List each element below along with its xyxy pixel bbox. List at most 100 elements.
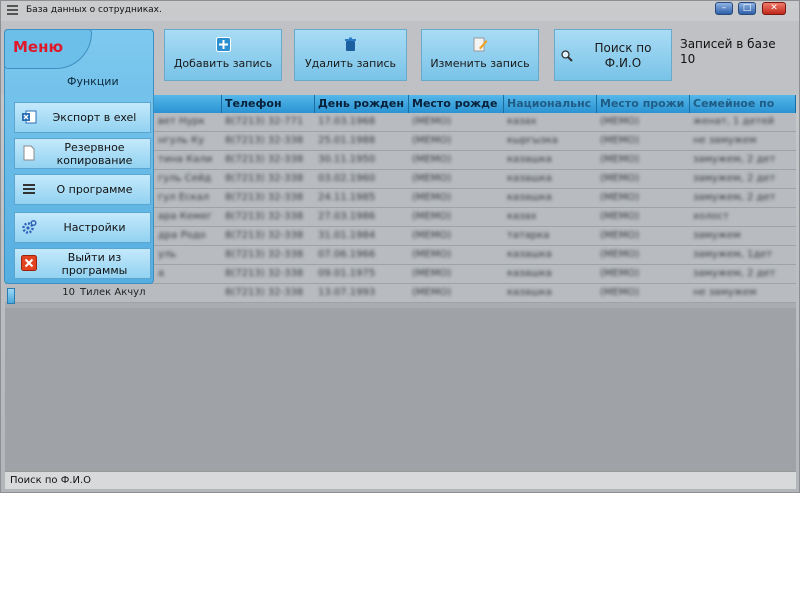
add-record-button[interactable]: Добавить запись xyxy=(164,29,282,81)
row-nat: казашка xyxy=(507,192,552,203)
row-bday: 30.11.1950 xyxy=(318,154,376,165)
row-phone: 8(7213) 32-338 xyxy=(225,287,304,298)
row-live: (MEMO) xyxy=(600,287,640,298)
row-name: гуль Сейд xyxy=(158,173,212,184)
records-label: Записей в базе xyxy=(680,37,776,51)
row-bday: 24.11.1985 xyxy=(318,192,376,203)
edit-icon xyxy=(473,37,487,52)
row-place: (MEMO) xyxy=(412,211,452,222)
row-nat: кыргызка xyxy=(507,135,558,146)
gear-icon xyxy=(22,219,37,234)
row-nat: казах xyxy=(507,116,537,127)
maximize-button[interactable]: □ xyxy=(738,2,756,15)
row-place: (MEMO) xyxy=(412,287,452,298)
row-live: (MEMO) xyxy=(600,173,640,184)
exit-button[interactable]: Выйти из программы xyxy=(14,248,151,279)
column-header-residence[interactable]: Место прожи xyxy=(597,95,690,113)
row-bday: 07.06.1966 xyxy=(318,249,376,260)
close-window-button[interactable]: ✕ xyxy=(762,2,786,15)
row-place: (MEMO) xyxy=(412,230,452,241)
about-label: О программе xyxy=(56,183,133,196)
row-bday: 13.07.1993 xyxy=(318,287,376,298)
exit-label: Выйти из программы xyxy=(61,250,128,277)
row-bday: 09.01.1975 xyxy=(318,268,376,279)
row-nat: казашка xyxy=(507,173,552,184)
row-nat: казашка xyxy=(507,287,552,298)
functions-label: Функции xyxy=(67,75,119,88)
row-number: 10 xyxy=(62,287,75,298)
column-header-family[interactable]: Семейное по xyxy=(690,95,796,113)
row-bday: 31.01.1984 xyxy=(318,230,376,241)
column-header-birthplace[interactable]: Место рожде xyxy=(409,95,504,113)
delete-record-button[interactable]: Удалить запись xyxy=(294,29,407,81)
row-phone: 8(7213) 32-338 xyxy=(225,135,304,146)
row-name: дра Родо xyxy=(158,230,206,241)
column-header-birthday[interactable]: День рожден xyxy=(315,95,409,113)
row-nat: казашка xyxy=(507,154,552,165)
row-place: (MEMO) xyxy=(412,154,452,165)
row-nat: татарка xyxy=(507,230,550,241)
column-header-phone[interactable]: Телефон xyxy=(222,95,315,113)
grid-empty-area xyxy=(5,308,796,471)
row-phone: 8(7213) 32-771 xyxy=(225,116,304,127)
edit-record-button[interactable]: Изменить запись xyxy=(421,29,539,81)
search-icon xyxy=(561,50,573,62)
row-place: (MEMO) xyxy=(412,249,452,260)
row-phone: 8(7213) 32-338 xyxy=(225,268,304,279)
app-menu-icon[interactable] xyxy=(7,5,18,16)
row-name: уль xyxy=(158,249,177,260)
menu-panel: Меню Функции Экспорт в exel Резервное ко… xyxy=(4,29,154,284)
row-family: замужем xyxy=(693,230,741,241)
status-bar: Поиск по Ф.И.О xyxy=(5,471,796,489)
search-by-name-button[interactable]: Поиск по Ф.И.О xyxy=(554,29,672,81)
excel-icon xyxy=(22,110,37,124)
about-button[interactable]: О программе xyxy=(14,174,151,205)
settings-button[interactable]: Настройки xyxy=(14,212,151,243)
window-title: База данных о сотрудниках. xyxy=(26,5,162,15)
row-live: (MEMO) xyxy=(600,211,640,222)
row-place: (MEMO) xyxy=(412,192,452,203)
row-live: (MEMO) xyxy=(600,249,640,260)
menu-tab[interactable]: Меню xyxy=(4,29,92,69)
row-bday: 27.03.1986 xyxy=(318,211,376,222)
status-text: Поиск по Ф.И.О xyxy=(10,475,92,486)
settings-label: Настройки xyxy=(63,221,126,234)
row-family: холост xyxy=(693,211,729,222)
row-family: замужем, 1дет xyxy=(693,249,773,260)
row-name: тина Кали xyxy=(158,154,213,165)
delete-record-label: Удалить запись xyxy=(304,57,397,70)
close-icon xyxy=(21,255,37,271)
row-place: (MEMO) xyxy=(412,268,452,279)
row-nat: казашка xyxy=(507,268,552,279)
add-record-label: Добавить запись xyxy=(173,57,273,70)
row-nat: казах xyxy=(507,211,537,222)
current-row-indicator[interactable] xyxy=(7,288,15,304)
column-header-nationality[interactable]: Национальнс xyxy=(504,95,597,113)
row-bday: 17.03.1968 xyxy=(318,116,376,127)
row-name: гул Ескал xyxy=(158,192,210,203)
row-name: вет Нурк xyxy=(158,116,205,127)
title-bar[interactable]: База данных о сотрудниках. – □ ✕ xyxy=(1,1,799,21)
row-phone: 8(7213) 32-338 xyxy=(225,173,304,184)
list-icon xyxy=(23,184,35,194)
row-place: (MEMO) xyxy=(412,173,452,184)
row-live: (MEMO) xyxy=(600,154,640,165)
row-name: Тилек Акчул xyxy=(80,287,146,298)
row-family: замужем, 2 дет xyxy=(693,268,776,279)
row-family: не замужем xyxy=(693,135,757,146)
row-phone: 8(7213) 32-338 xyxy=(225,249,304,260)
backup-button[interactable]: Резервное копирование xyxy=(14,138,151,169)
row-name: нгуль Ку xyxy=(158,135,205,146)
menu-title: Меню xyxy=(13,38,64,56)
minimize-button[interactable]: – xyxy=(715,2,733,15)
export-excel-button[interactable]: Экспорт в exel xyxy=(14,102,151,133)
row-live: (MEMO) xyxy=(600,192,640,203)
row-live: (MEMO) xyxy=(600,230,640,241)
trash-icon xyxy=(345,37,356,51)
row-live: (MEMO) xyxy=(600,116,640,127)
row-phone: 8(7213) 32-338 xyxy=(225,154,304,165)
row-bday: 25.01.1988 xyxy=(318,135,376,146)
row-family: не замужем xyxy=(693,287,757,298)
records-count: 10 xyxy=(680,52,696,66)
table-row[interactable]: 10 Тилек Акчул 8(7213) 32-338 13.07.1993 (ME… xyxy=(5,284,796,303)
